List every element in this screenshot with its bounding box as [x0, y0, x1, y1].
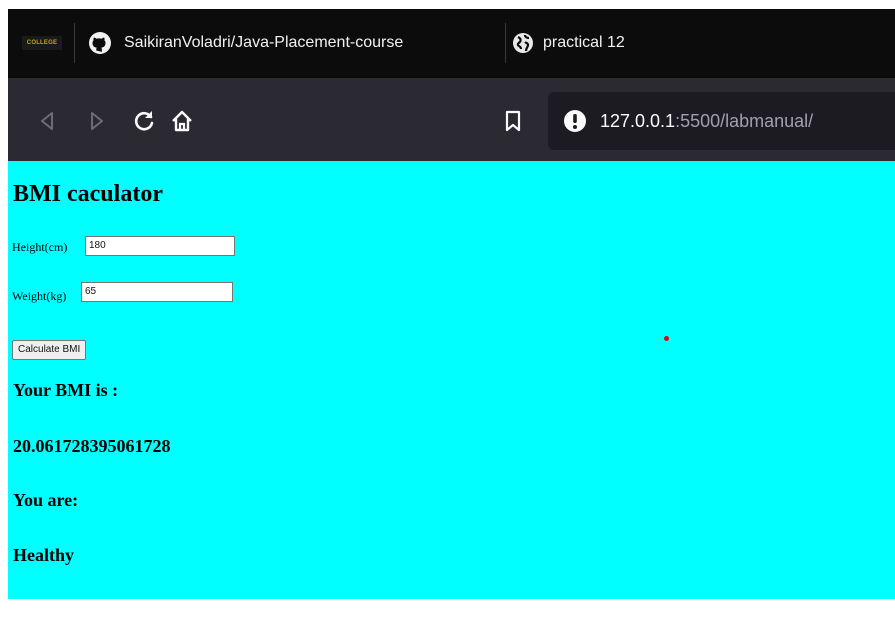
status-label: You are:: [13, 490, 79, 510]
forward-arrow-icon[interactable]: [84, 108, 110, 134]
weight-label: Weight(kg): [12, 289, 67, 303]
bookmark-icon[interactable]: [500, 108, 526, 134]
globe-icon: [513, 33, 533, 53]
calculate-bmi-button[interactable]: Calculate BMI: [12, 340, 87, 360]
back-arrow-icon[interactable]: [34, 108, 60, 134]
status-value: Healthy: [13, 545, 74, 565]
github-icon: [89, 32, 111, 54]
url-host: 127.0.0.1: [600, 111, 676, 131]
url-text[interactable]: 127.0.0.1:5500/labmanual/: [600, 107, 813, 135]
college-logo[interactable]: COLLEGE: [22, 36, 62, 50]
url-path: :5500/labmanual/: [675, 111, 814, 131]
result-label: Your BMI is :: [13, 380, 119, 400]
page-title: BMI caculator: [13, 181, 163, 207]
weight-input[interactable]: 65: [81, 282, 233, 302]
tab-separator: [74, 23, 75, 63]
page-content: BMI caculator Height(cm) 180 Weight(kg) …: [8, 161, 895, 599]
reload-icon[interactable]: [131, 108, 157, 134]
warning-icon[interactable]: [562, 108, 588, 134]
tab-strip: COLLEGE SaikiranVoladri/Java-Placement-c…: [8, 9, 895, 78]
bmi-value: 20.061728395061728: [13, 436, 171, 456]
tab-title: SaikiranVoladri/Java-Placement-course: [124, 34, 404, 51]
height-input[interactable]: 180: [85, 236, 235, 256]
url-bar[interactable]: 127.0.0.1:5500/labmanual/: [548, 92, 895, 150]
browser-window: COLLEGE SaikiranVoladri/Java-Placement-c…: [8, 9, 895, 599]
tab-separator: [505, 23, 506, 63]
red-dot: [664, 336, 669, 341]
nav-bar: 127.0.0.1:5500/labmanual/: [8, 78, 895, 161]
height-label: Height(cm): [12, 240, 68, 254]
home-icon[interactable]: [169, 108, 195, 134]
tab-title: practical 12: [543, 34, 625, 51]
